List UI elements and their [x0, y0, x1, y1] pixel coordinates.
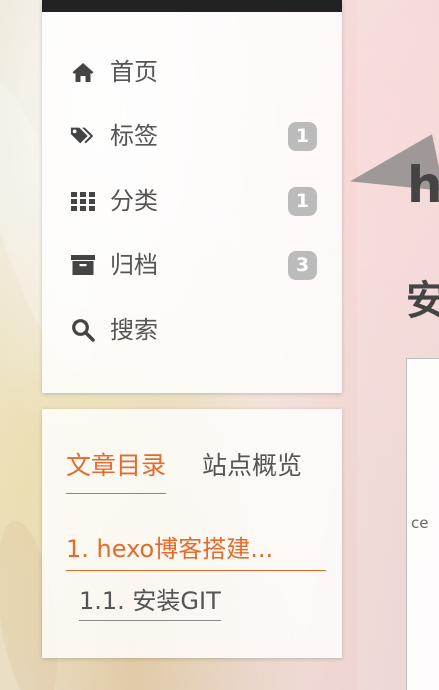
toc-item-level-1[interactable]: 1. hexo博客搭建...	[66, 529, 326, 571]
sidebar-item-tags[interactable]: 标签 1	[42, 116, 342, 156]
tab-toc[interactable]: 文章目录	[66, 451, 167, 494]
sidebar-item-label: 标签	[110, 122, 158, 150]
count-badge: 1	[288, 121, 317, 151]
home-icon	[70, 59, 96, 85]
tab-overview[interactable]: 站点概览	[202, 451, 302, 481]
content-snippet: ce	[411, 514, 429, 532]
count-badge: 1	[288, 186, 317, 216]
sidebar-item-home[interactable]: 首页	[42, 52, 342, 92]
sidebar-item-archives[interactable]: 归档 3	[42, 245, 342, 285]
sidebar-item-label: 分类	[110, 187, 158, 215]
sidebar-menu-panel: 首页 标签 1 分类 1 归档 3 搜索	[42, 0, 342, 393]
post-heading: 安	[406, 278, 439, 324]
sidebar-item-search[interactable]: 搜索	[42, 310, 342, 350]
post-title[interactable]: h	[407, 160, 439, 210]
toc-item-level-2[interactable]: 1.1. 安装GIT	[79, 581, 221, 621]
toc-panel: 文章目录 站点概览 1. hexo博客搭建... 1.1. 安装GIT	[42, 409, 342, 658]
sidebar-item-categories[interactable]: 分类 1	[42, 181, 342, 221]
sidebar-item-label: 首页	[110, 58, 158, 86]
archive-icon	[70, 252, 96, 278]
toc-tabs: 文章目录 站点概览	[66, 451, 326, 501]
sidebar-item-label: 搜索	[110, 316, 158, 344]
tags-icon	[70, 123, 96, 149]
sidebar-item-label: 归档	[110, 251, 158, 279]
count-badge: 3	[288, 250, 317, 280]
search-icon	[70, 317, 96, 343]
menu-top-bar	[42, 0, 342, 12]
grid-icon	[70, 188, 96, 214]
